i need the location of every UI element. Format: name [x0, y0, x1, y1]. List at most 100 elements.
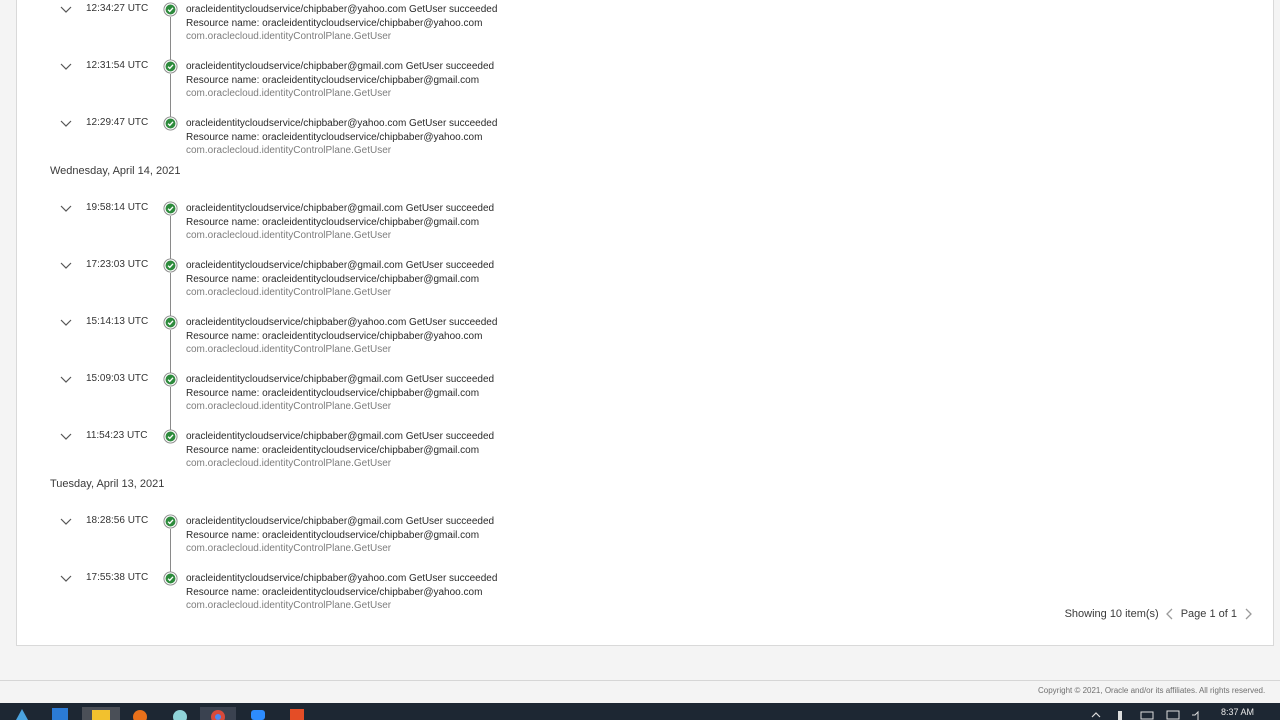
- event-time: 19:58:14 UTC: [86, 202, 149, 213]
- copyright-text: Copyright © 2021, Oracle and/or its affi…: [1038, 686, 1266, 695]
- event-details: oracleidentitycloudservice/chipbaber@gma…: [186, 202, 494, 243]
- app-launcher-icon[interactable]: [12, 707, 32, 720]
- success-check-icon: [163, 2, 178, 17]
- event-details: oracleidentitycloudservice/chipbaber@gma…: [186, 259, 494, 300]
- chevron-right-icon[interactable]: [1243, 607, 1253, 621]
- event-message: oracleidentitycloudservice/chipbaber@gma…: [186, 374, 495, 385]
- chevron-down-icon[interactable]: [60, 204, 72, 214]
- event-time: 15:14:13 UTC: [86, 316, 149, 327]
- event-details: oracleidentitycloudservice/chipbaber@gma…: [186, 373, 494, 414]
- event-message: oracleidentitycloudservice/chipbaber@yah…: [186, 118, 498, 129]
- event-message: oracleidentitycloudservice/chipbaber@gma…: [186, 203, 495, 214]
- event-source: com.oraclecloud.identityControlPlane.Get…: [186, 458, 392, 469]
- event-row: 19:58:14 UTC oracleidentitycloudservice/…: [17, 201, 717, 259]
- volume-icon[interactable]: [1190, 707, 1204, 720]
- page-indicator: Page 1 of 1: [1180, 608, 1237, 620]
- event-details: oracleidentitycloudservice/chipbaber@yah…: [186, 316, 497, 357]
- battery-icon[interactable]: [1140, 707, 1154, 720]
- app-icon[interactable]: [170, 707, 190, 720]
- event-time: 18:28:56 UTC: [86, 515, 149, 526]
- network-icon[interactable]: [1115, 707, 1125, 720]
- success-check-icon: [163, 315, 178, 330]
- event-resource: Resource name: oracleidentitycloudservic…: [186, 444, 480, 456]
- folder-icon[interactable]: [82, 707, 120, 720]
- event-row: 18:28:56 UTC oracleidentitycloudservice/…: [17, 514, 717, 572]
- chevron-down-icon[interactable]: [60, 574, 72, 584]
- event-source: com.oraclecloud.identityControlPlane.Get…: [186, 31, 392, 42]
- zoom-icon[interactable]: [248, 707, 268, 720]
- html5-icon[interactable]: [287, 707, 307, 720]
- event-source: com.oraclecloud.identityControlPlane.Get…: [186, 600, 392, 611]
- timeline-line: [170, 216, 171, 259]
- event-resource: Resource name: oracleidentitycloudservic…: [186, 586, 483, 598]
- event-message: oracleidentitycloudservice/chipbaber@gma…: [186, 260, 495, 271]
- item-count: Showing 10 item(s): [1064, 608, 1159, 620]
- page: 12:34:27 UTC oracleidentitycloudservice/…: [0, 0, 1280, 720]
- event-details: oracleidentitycloudservice/chipbaber@gma…: [186, 515, 494, 556]
- event-row: 15:09:03 UTC oracleidentitycloudservice/…: [17, 372, 717, 430]
- event-resource: Resource name: oracleidentitycloudservic…: [186, 387, 480, 399]
- event-time: 17:55:38 UTC: [86, 572, 149, 583]
- event-details: oracleidentitycloudservice/chipbaber@yah…: [186, 117, 497, 158]
- event-details: oracleidentitycloudservice/chipbaber@yah…: [186, 3, 497, 44]
- event-message: oracleidentitycloudservice/chipbaber@gma…: [186, 431, 495, 442]
- event-details: oracleidentitycloudservice/chipbaber@yah…: [186, 572, 497, 613]
- chevron-down-icon[interactable]: [60, 62, 72, 72]
- event-message: oracleidentitycloudservice/chipbaber@yah…: [186, 317, 498, 328]
- chevron-down-icon[interactable]: [60, 517, 72, 527]
- chevron-down-icon[interactable]: [60, 5, 72, 15]
- timeline-line: [170, 387, 171, 430]
- event-message: oracleidentitycloudservice/chipbaber@yah…: [186, 4, 498, 15]
- timeline-line: [170, 330, 171, 373]
- event-row: 15:14:13 UTC oracleidentitycloudservice/…: [17, 315, 717, 373]
- event-resource: Resource name: oracleidentitycloudservic…: [186, 330, 483, 342]
- success-check-icon: [163, 372, 178, 387]
- date-header: Tuesday, April 13, 2021: [50, 478, 165, 490]
- event-resource: Resource name: oracleidentitycloudservic…: [186, 273, 480, 285]
- timeline-line: [170, 273, 171, 316]
- chevron-down-icon[interactable]: [60, 261, 72, 271]
- event-time: 17:23:03 UTC: [86, 259, 149, 270]
- event-details: oracleidentitycloudservice/chipbaber@gma…: [186, 430, 494, 471]
- vs-code-icon[interactable]: [50, 707, 70, 720]
- chevron-down-icon[interactable]: [60, 432, 72, 442]
- timeline-line: [170, 74, 171, 117]
- event-row: 12:31:54 UTC oracleidentitycloudservice/…: [17, 17, 717, 117]
- event-resource: Resource name: oracleidentitycloudservic…: [186, 74, 480, 86]
- date-header: Wednesday, April 14, 2021: [50, 165, 181, 177]
- event-source: com.oraclecloud.identityControlPlane.Get…: [186, 88, 392, 99]
- event-source: com.oraclecloud.identityControlPlane.Get…: [186, 230, 392, 241]
- firefox-icon[interactable]: [130, 707, 150, 720]
- event-row: 17:23:03 UTC oracleidentitycloudservice/…: [17, 258, 717, 316]
- event-message: oracleidentitycloudservice/chipbaber@gma…: [186, 61, 495, 72]
- success-check-icon: [163, 571, 178, 586]
- success-check-icon: [163, 429, 178, 444]
- success-check-icon: [163, 59, 178, 74]
- taskbar-clock[interactable]: 8:37 AM: [1221, 707, 1254, 717]
- chevron-up-icon[interactable]: [1090, 707, 1102, 720]
- event-message: oracleidentitycloudservice/chipbaber@gma…: [186, 516, 495, 527]
- success-check-icon: [163, 514, 178, 529]
- chevron-down-icon[interactable]: [60, 318, 72, 328]
- display-icon[interactable]: [1166, 707, 1180, 720]
- event-source: com.oraclecloud.identityControlPlane.Get…: [186, 344, 392, 355]
- event-time: 11:54:23 UTC: [86, 430, 148, 441]
- chrome-icon[interactable]: [200, 707, 236, 720]
- event-row: 17:55:38 UTC oracleidentitycloudservice/…: [17, 571, 717, 629]
- pagination: Showing 10 item(s) Page 1 of 1: [1065, 607, 1253, 621]
- event-time: 12:34:27 UTC: [86, 3, 149, 14]
- chevron-left-icon[interactable]: [1165, 607, 1175, 621]
- chevron-down-icon[interactable]: [60, 375, 72, 385]
- event-resource: Resource name: oracleidentitycloudservic…: [186, 216, 480, 228]
- success-check-icon: [163, 116, 178, 131]
- event-time: 12:29:47 UTC: [86, 117, 149, 128]
- footer-divider: [0, 680, 1280, 681]
- event-time: 15:09:03 UTC: [86, 373, 149, 384]
- event-resource: Resource name: oracleidentitycloudservic…: [186, 17, 483, 29]
- event-source: com.oraclecloud.identityControlPlane.Get…: [186, 145, 392, 156]
- event-message: oracleidentitycloudservice/chipbaber@yah…: [186, 573, 498, 584]
- event-resource: Resource name: oracleidentitycloudservic…: [186, 131, 483, 143]
- chevron-down-icon[interactable]: [60, 119, 72, 129]
- audit-events-panel: 12:34:27 UTC oracleidentitycloudservice/…: [16, 0, 1274, 646]
- success-check-icon: [163, 258, 178, 273]
